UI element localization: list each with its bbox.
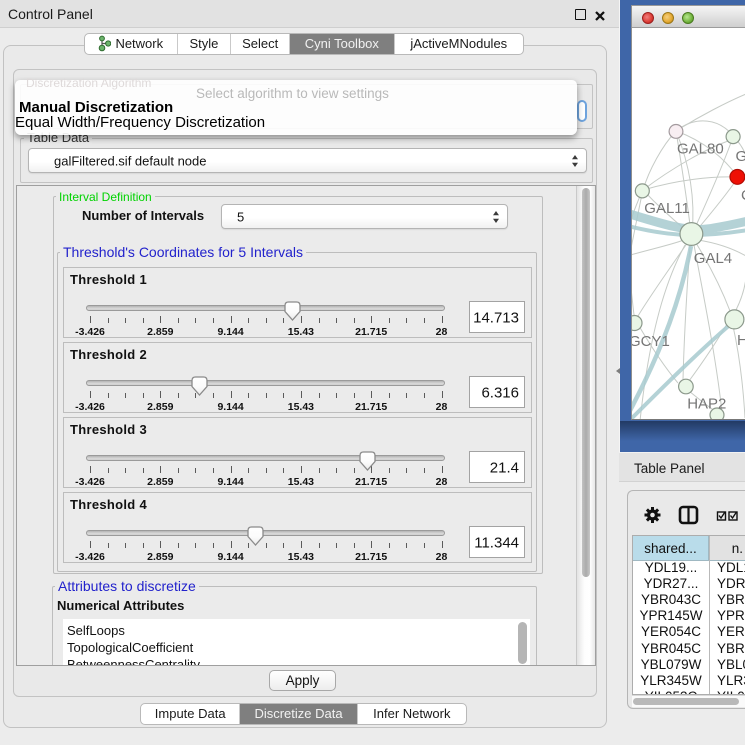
svg-text:C: C	[741, 187, 745, 204]
svg-text:GAL80: GAL80	[677, 141, 724, 158]
svg-text:GAL4: GAL4	[694, 250, 732, 267]
svg-text:H: H	[737, 332, 745, 349]
svg-text:HAP2: HAP2	[687, 396, 726, 413]
svg-text:G: G	[736, 148, 745, 165]
svg-text:GAL11: GAL11	[644, 200, 690, 217]
svg-text:GCY1: GCY1	[632, 333, 670, 350]
